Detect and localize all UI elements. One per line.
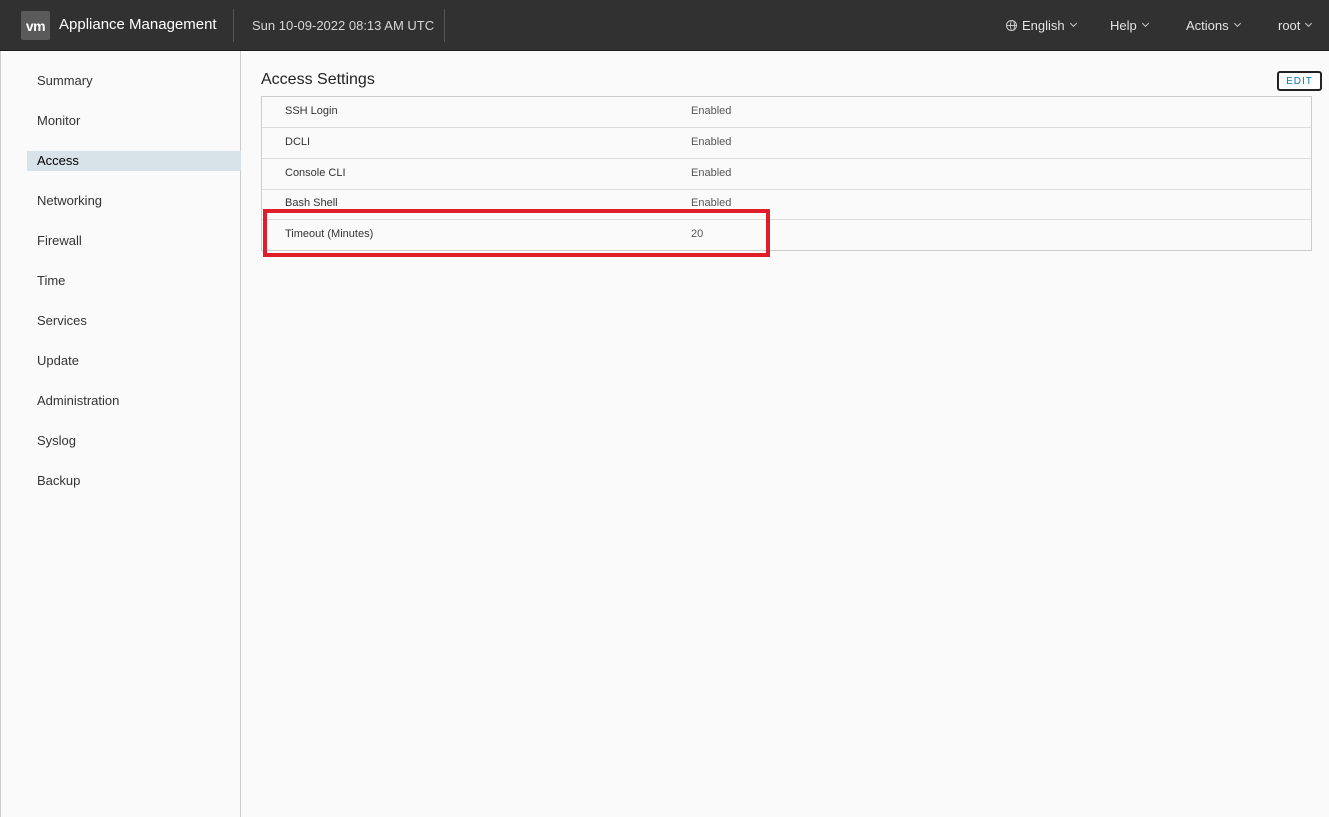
sidebar-item-administration[interactable]: Administration xyxy=(27,391,241,411)
actions-menu[interactable]: Actions xyxy=(1186,18,1241,33)
app-title: Appliance Management xyxy=(59,16,217,33)
row-label: SSH Login xyxy=(285,105,338,117)
language-label: English xyxy=(1022,18,1065,33)
sidebar-item-access[interactable]: Access xyxy=(27,151,241,171)
edit-button[interactable]: EDIT xyxy=(1277,71,1322,91)
header-divider xyxy=(233,9,234,42)
chevron-down-icon xyxy=(1069,19,1077,28)
row-label: DCLI xyxy=(285,136,311,148)
chevron-down-icon xyxy=(1233,19,1241,28)
vmware-logo-icon: vm xyxy=(21,11,50,40)
sidebar-nav: Summary Monitor Access Networking Firewa… xyxy=(0,51,241,817)
sidebar-item-update[interactable]: Update xyxy=(27,351,241,371)
sidebar-item-firewall[interactable]: Firewall xyxy=(27,231,241,251)
page-title: Access Settings xyxy=(261,71,375,88)
row-value: Enabled xyxy=(691,105,732,117)
sidebar-item-time[interactable]: Time xyxy=(27,271,241,291)
user-label: root xyxy=(1278,18,1301,33)
actions-label: Actions xyxy=(1186,18,1229,33)
row-label: Console CLI xyxy=(285,167,346,179)
header-datetime: Sun 10-09-2022 08:13 AM UTC xyxy=(252,18,435,33)
sidebar-item-monitor[interactable]: Monitor xyxy=(27,111,241,131)
sidebar-item-networking[interactable]: Networking xyxy=(27,191,241,211)
table-row: SSH Login Enabled xyxy=(262,97,1311,128)
row-value: Enabled xyxy=(691,167,732,179)
user-menu[interactable]: root xyxy=(1278,18,1313,33)
language-menu[interactable]: English xyxy=(1006,18,1077,33)
row-label: Bash Shell xyxy=(285,197,338,209)
app-header: vm Appliance Management Sun 10-09-2022 0… xyxy=(0,0,1329,51)
row-value: Enabled xyxy=(691,136,732,148)
table-row: Console CLI Enabled xyxy=(262,159,1311,190)
row-value: Enabled xyxy=(691,197,732,209)
chevron-down-icon xyxy=(1305,19,1313,28)
help-menu[interactable]: Help xyxy=(1110,18,1149,33)
sidebar-item-services[interactable]: Services xyxy=(27,311,241,331)
sidebar-item-summary[interactable]: Summary xyxy=(27,71,241,91)
sidebar-item-syslog[interactable]: Syslog xyxy=(27,431,241,451)
header-divider xyxy=(444,9,445,42)
globe-icon xyxy=(1006,20,1017,31)
help-label: Help xyxy=(1110,18,1137,33)
highlight-annotation-box xyxy=(263,209,770,257)
chevron-down-icon xyxy=(1141,19,1149,28)
sidebar-item-backup[interactable]: Backup xyxy=(27,471,241,491)
table-row: DCLI Enabled xyxy=(262,128,1311,159)
